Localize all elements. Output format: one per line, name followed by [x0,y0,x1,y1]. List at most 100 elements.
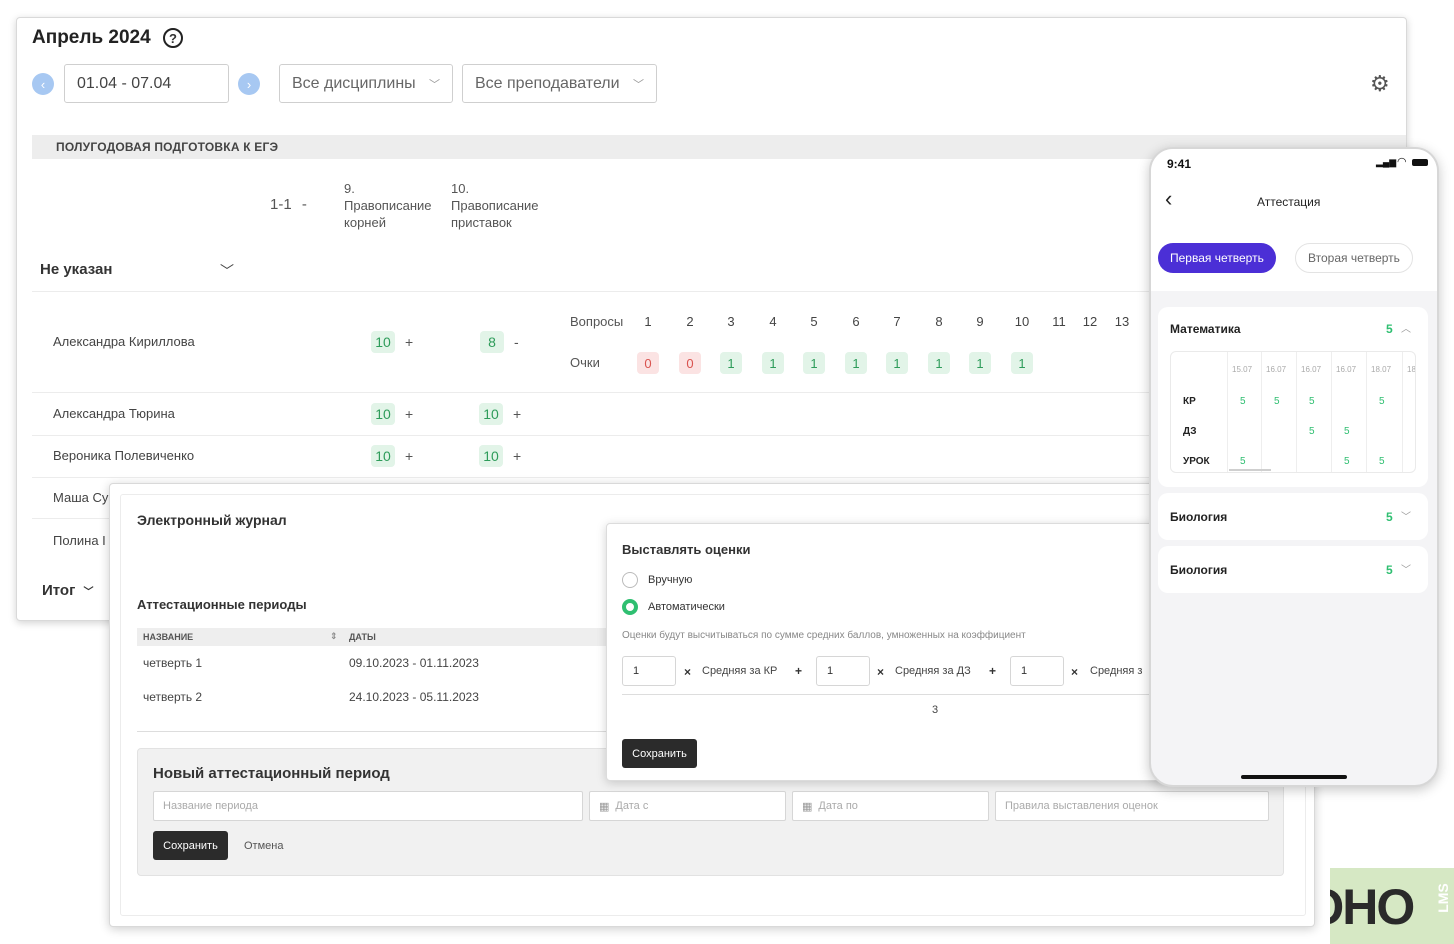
logo-side-text: LMS [1434,883,1451,913]
question-points[interactable]: 1 [845,352,867,374]
grid-date: 16.07 [1336,365,1357,374]
subject-card-biology[interactable]: Биология 5 ﹀ [1158,546,1428,593]
question-points[interactable]: 1 [969,352,991,374]
chevron-down-icon[interactable]: ﹀ [220,261,234,281]
formula-term: Средняя за КР [702,665,778,677]
tab-first-quarter[interactable]: Первая четверть [1158,243,1276,273]
grid-line [1261,352,1262,472]
grades-grid: 15.07 16.07 16.07 16.07 18.07 18 КР 5 5 5 5 ДЗ 5 5 УРО… [1170,351,1416,473]
grading-settings-popup: Выставлять оценки Вручную Автоматически … [606,523,1166,781]
grid-date: 18 [1407,365,1416,374]
save-button[interactable]: Сохранить [622,739,697,768]
page-title: Апрель 2024 [32,27,151,48]
grid-grade[interactable]: 5 [1240,456,1246,467]
disciplines-dropdown[interactable]: Все дисциплины ﹀ [279,64,453,103]
question-number: 7 [893,314,901,329]
column-header-1-1: 1-1 - [270,196,307,213]
question-points[interactable]: 0 [637,352,659,374]
grid-grade[interactable]: 5 [1379,396,1385,407]
divider [32,477,1152,478]
question-points[interactable]: 1 [720,352,742,374]
question-number: 11 [1052,314,1066,329]
date-to-input[interactable]: ▦ Дата по [792,791,989,821]
mobile-phone-frame: 9:41 ▂▄▆ ◠ ‹ Аттестация Первая четверть … [1149,147,1439,787]
grid-grade[interactable]: 5 [1274,396,1280,407]
student-name: Полина I [53,533,106,548]
period-dates: 24.10.2023 - 05.11.2023 [349,690,479,704]
periods-table-header: НАЗВАНИЕ ⇕ ДАТЫ [137,628,617,646]
gear-icon[interactable]: ⚙ [1370,71,1390,97]
tab-second-quarter[interactable]: Вторая четверть [1295,243,1413,273]
prev-week-button[interactable]: ‹ [32,73,54,95]
manual-radio[interactable] [622,572,638,588]
question-points[interactable]: 1 [1011,352,1033,374]
chevron-down-icon[interactable]: ﹀ [1401,508,1411,523]
period-name[interactable]: четверть 2 [143,690,202,704]
question-points[interactable]: 1 [762,352,784,374]
auto-radio-label[interactable]: Автоматически [648,601,725,613]
grid-grade[interactable]: 5 [1309,396,1315,407]
grid-line [1366,352,1367,472]
coefficient-input[interactable]: 1 [816,656,870,686]
coefficient-input[interactable]: 1 [1010,656,1064,686]
question-points[interactable]: 1 [886,352,908,374]
scrollbar[interactable] [1229,469,1271,471]
auto-radio[interactable] [622,599,638,615]
group-label[interactable]: Не указан [40,261,112,278]
score-cell[interactable]: 10 [479,445,503,467]
date-from-input[interactable]: ▦ Дата с [589,791,786,821]
grid-grade[interactable]: 5 [1240,396,1246,407]
date-range-field[interactable]: 01.04 - 07.04 [64,64,229,103]
subject-card-biology[interactable]: Биология 5 ﹀ [1158,493,1428,540]
score-cell[interactable]: 10 [479,403,503,425]
grid-grade[interactable]: 5 [1344,426,1350,437]
total-toggle[interactable]: Итог ﹀ [42,582,94,599]
save-button[interactable]: Сохранить [153,831,228,860]
period-name-input[interactable]: Название периода [153,791,583,821]
teachers-dropdown[interactable]: Все преподаватели ﹀ [462,64,657,103]
sort-icon[interactable]: ⇕ [330,631,338,642]
wifi-icon: ◠ [1397,156,1407,168]
score-cell[interactable]: 10 [371,331,395,353]
grid-line [1296,352,1297,472]
student-name: Вероника Полевиченко [53,448,195,463]
question-points[interactable]: 0 [679,352,701,374]
coefficient-input[interactable]: 1 [622,656,676,686]
question-number: 6 [852,314,860,329]
chevron-down-icon[interactable]: ﹀ [1401,561,1411,576]
date-from-placeholder: Дата с [615,800,649,812]
score-cell[interactable]: 10 [371,403,395,425]
grid-date: 16.07 [1266,365,1287,374]
column-header-name[interactable]: НАЗВАНИЕ [143,632,193,642]
score-cell[interactable]: 10 [371,445,395,467]
calendar-icon: ▦ [599,800,610,813]
grid-grade[interactable]: 5 [1379,456,1385,467]
manual-radio-label[interactable]: Вручную [648,574,692,586]
question-points[interactable]: 1 [803,352,825,374]
grid-date: 18.07 [1371,365,1392,374]
question-number: 3 [727,314,735,329]
back-icon[interactable]: ‹ [1165,188,1172,210]
chevron-down-icon: ﹀ [633,78,644,91]
question-number: 5 [810,314,818,329]
subject-card-math[interactable]: Математика 5 ︿ 15.07 16.07 16.07 16.07 18.07… [1158,307,1428,487]
grading-rules-input[interactable]: Правила выставления оценок [995,791,1269,821]
grid-grade[interactable]: 5 [1344,456,1350,467]
score-sign: + [405,334,414,350]
grid-line [1402,352,1403,472]
divider [622,694,1152,695]
cancel-button[interactable]: Отмена [244,840,283,852]
grid-grade[interactable]: 5 [1309,426,1315,437]
score-cell[interactable]: 8 [480,331,504,353]
next-week-button[interactable]: › [238,73,260,95]
chevron-up-icon[interactable]: ︿ [1401,320,1411,335]
grid-line [1227,352,1228,472]
help-icon[interactable]: ? [163,28,183,48]
question-points[interactable]: 1 [928,352,950,374]
home-indicator [1241,775,1347,779]
subject-name: Биология [1170,510,1228,524]
column-header-10: 10. Правописание приставок [451,181,539,230]
period-name[interactable]: четверть 1 [143,656,202,670]
question-number: 12 [1082,314,1098,329]
score-sign: - [514,334,519,350]
